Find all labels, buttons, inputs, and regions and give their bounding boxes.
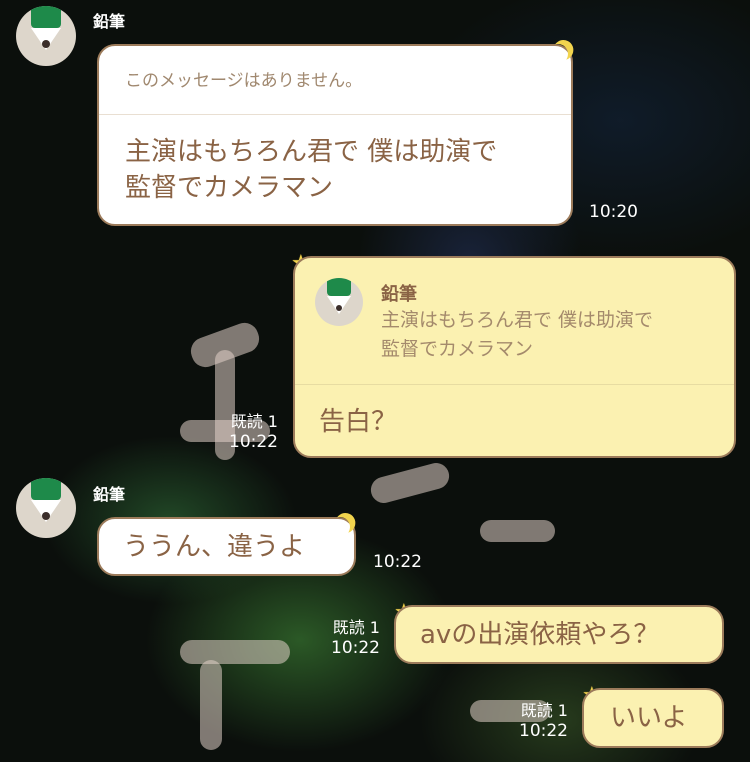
divider — [295, 384, 734, 385]
message-time: 10:20 — [589, 202, 638, 222]
pencil-avatar-icon[interactable] — [16, 478, 76, 538]
message-bubble[interactable]: ううん、違うよ — [97, 517, 356, 576]
sender-name: 鉛筆 — [93, 485, 126, 504]
message-text: いいよ — [610, 703, 688, 733]
message-text: 告白？ — [319, 407, 398, 437]
message-bubble[interactable]: このメッセージはありません。 主演はもちろん君で 僕は助演で 監督でカメラマン — [97, 44, 573, 226]
message-meta: 既読 1 10:22 — [226, 411, 278, 453]
message-time: 10:22 — [373, 552, 422, 572]
deleted-message-note: このメッセージはありません。 — [125, 71, 363, 91]
message-bubble[interactable]: いいよ — [582, 688, 724, 748]
reply-message-bubble[interactable]: 鉛筆 主演はもちろん君で 僕は助演で 監督でカメラマン 告白？ — [293, 256, 736, 458]
pencil-avatar-icon[interactable] — [16, 6, 76, 66]
message-text: 主演はもちろん君で 僕は助演で 監督でカメラマン — [125, 137, 498, 203]
message-bubble[interactable]: avの出演依頼やろ？ — [394, 605, 724, 664]
divider — [99, 114, 571, 115]
read-receipt: 既読 1 — [332, 618, 380, 637]
read-receipt: 既読 1 — [230, 412, 278, 431]
pencil-avatar-icon — [315, 278, 363, 326]
message-text: ううん、違うよ — [123, 532, 306, 562]
message-time: 10:22 — [331, 638, 380, 658]
sender-name: 鉛筆 — [93, 12, 126, 31]
reply-quote-text: 主演はもちろん君で 僕は助演で 監督でカメラマン — [381, 309, 654, 360]
message-time: 10:22 — [229, 432, 278, 452]
message-meta: 既読 1 10:22 — [322, 617, 380, 659]
message-time: 10:22 — [519, 721, 568, 741]
message-meta: 既読 1 10:22 — [510, 700, 568, 742]
reply-sender-name: 鉛筆 — [381, 284, 417, 305]
message-text: avの出演依頼やろ？ — [420, 620, 660, 650]
read-receipt: 既読 1 — [520, 701, 568, 720]
